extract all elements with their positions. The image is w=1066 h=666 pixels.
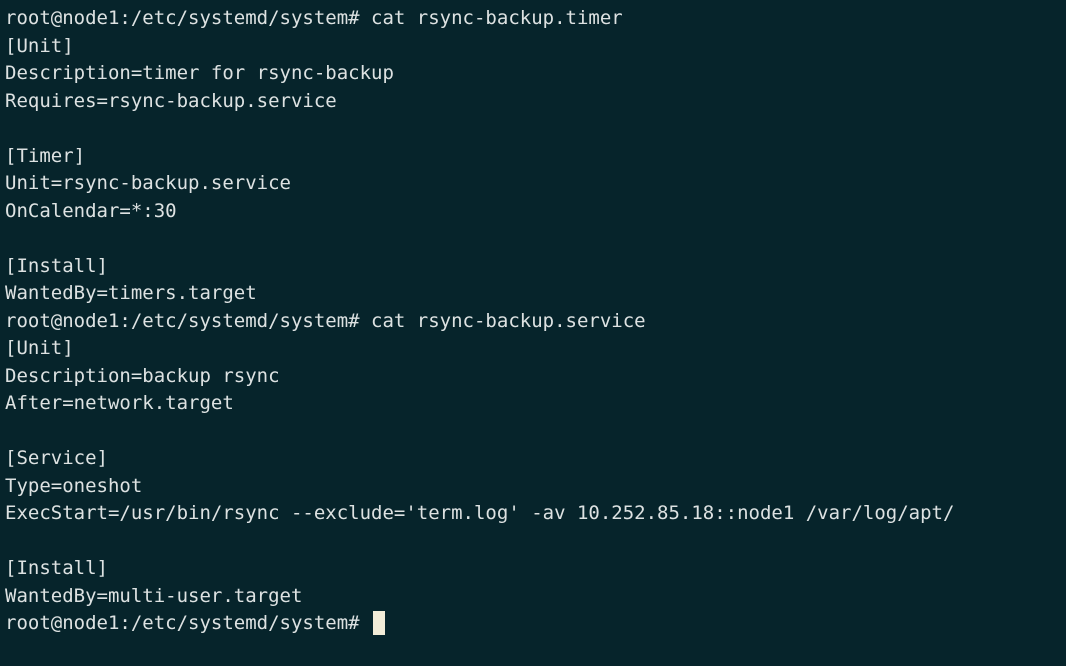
terminal-line: Description=timer for rsync-backup	[5, 62, 394, 84]
terminal-line: Type=oneshot	[5, 474, 143, 497]
terminal-line: Requires=rsync-backup.service	[5, 89, 337, 112]
shell-prompt: root@node1:/etc/systemd/system#	[5, 612, 372, 634]
terminal-line: WantedBy=multi-user.target	[5, 584, 303, 607]
terminal-line: Unit=rsync-backup.service	[5, 172, 291, 194]
terminal-line: Description=backup rsync	[5, 364, 280, 387]
terminal-line: [Install]	[5, 557, 108, 579]
terminal-line: WantedBy=timers.target	[5, 282, 257, 304]
terminal-line: root@node1:/etc/systemd/system# cat rsyn…	[5, 7, 623, 29]
terminal-line: [Install]	[5, 254, 108, 277]
terminal-line: ExecStart=/usr/bin/rsync --exclude='term…	[5, 502, 955, 524]
text-cursor	[373, 611, 386, 635]
terminal-line: [Service]	[5, 447, 108, 469]
terminal-line: [Timer]	[5, 144, 86, 167]
terminal-line: root@node1:/etc/systemd/system# cat rsyn…	[5, 309, 646, 332]
prompt-line[interactable]: root@node1:/etc/systemd/system#	[5, 610, 1066, 638]
terminal-line: [Unit]	[5, 34, 74, 57]
terminal-line: After=network.target	[5, 392, 234, 414]
terminal-line: OnCalendar=*:30	[5, 199, 177, 222]
terminal-window[interactable]: root@node1:/etc/systemd/system# cat rsyn…	[0, 0, 1066, 666]
terminal-line: [Unit]	[5, 337, 74, 359]
